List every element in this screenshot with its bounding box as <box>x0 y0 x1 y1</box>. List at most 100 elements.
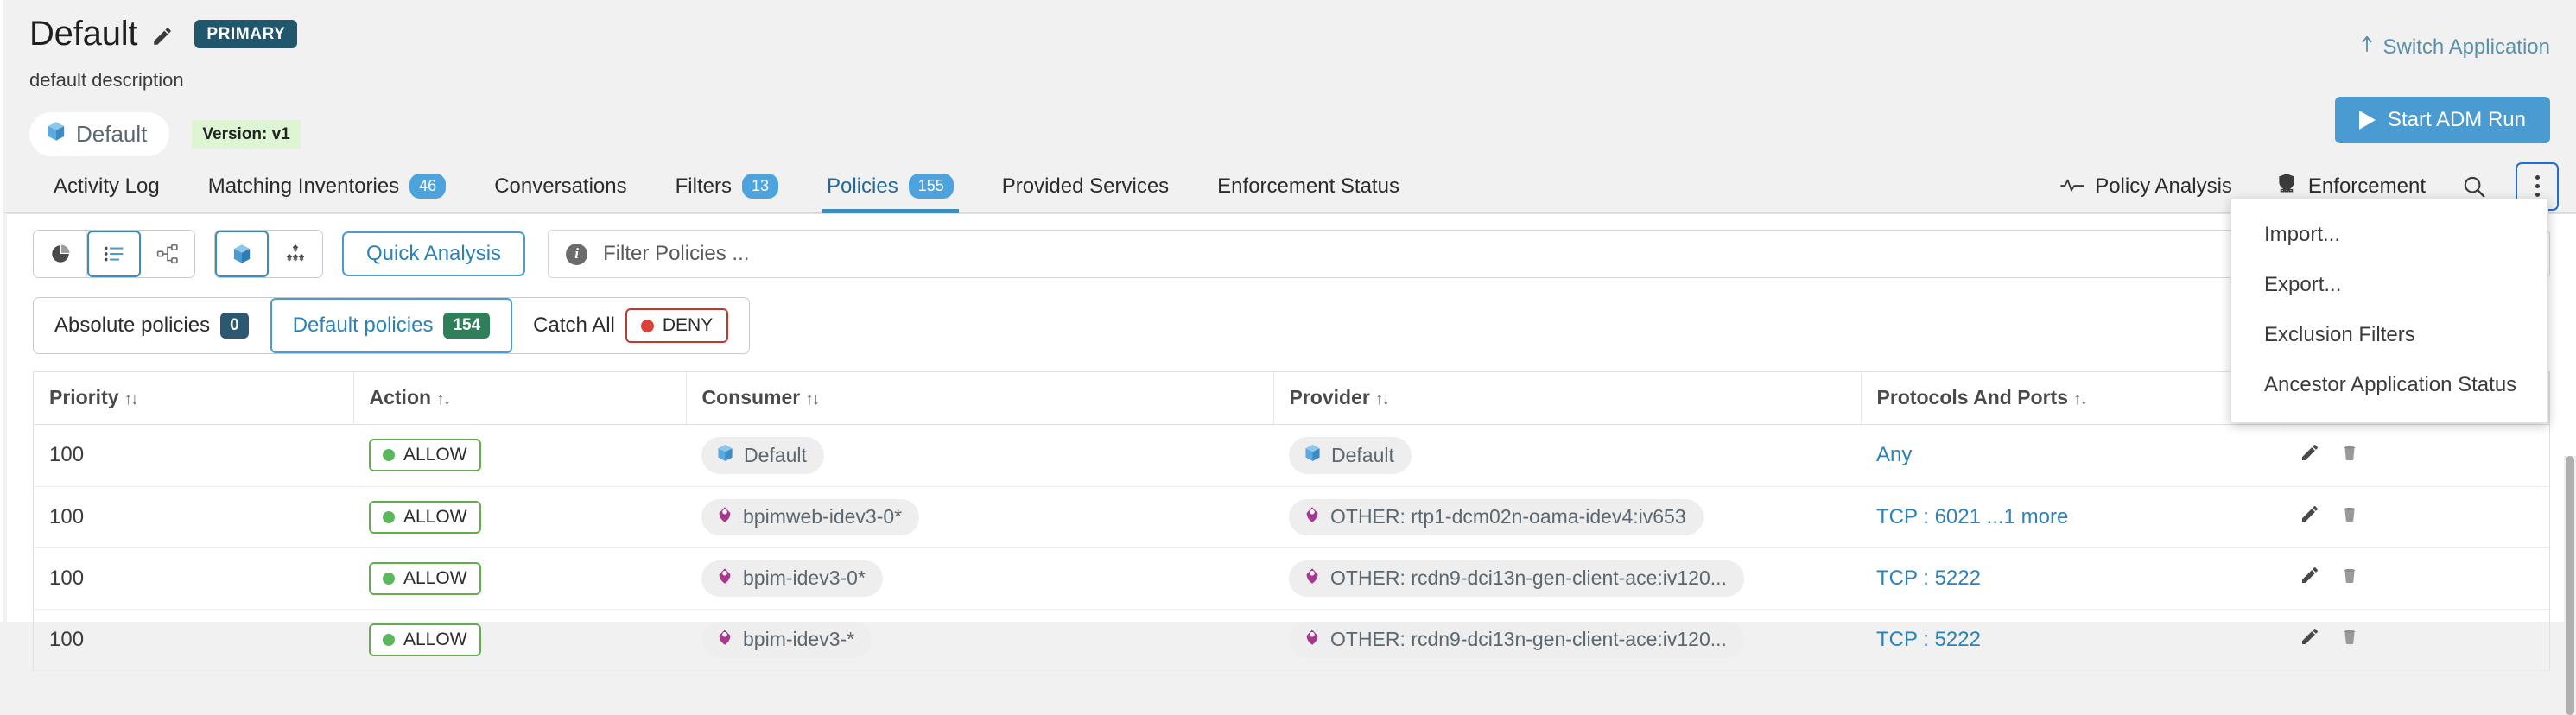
cell-row-actions <box>2284 547 2549 610</box>
tab-filters[interactable]: Filters 13 <box>651 160 803 212</box>
cell-provider: OTHER: rtp1-dcm02n-oama-idev4:iv653 <box>1273 486 1861 548</box>
column-header-priority[interactable]: Priority ↑↓ <box>34 372 354 425</box>
cell-provider: OTHER: rcdn9-dci13n-gen-client-ace:iv120… <box>1273 609 1861 671</box>
grouping-button-group <box>214 230 323 278</box>
page-header: Default PRIMARY default description Defa… <box>3 0 2576 160</box>
tab-conversations[interactable]: Conversations <box>470 160 650 212</box>
arrow-up-icon <box>2357 35 2376 60</box>
edit-policy-icon[interactable] <box>2300 503 2320 530</box>
catch-all-deny-chip[interactable]: DENY <box>625 308 729 343</box>
edit-title-pencil-icon[interactable] <box>151 25 174 47</box>
status-dot-green-icon <box>383 449 395 461</box>
cell-action: ALLOW <box>353 547 686 610</box>
consumer-chip[interactable]: bpim-idev3-0* <box>701 560 883 597</box>
cell-action: ALLOW <box>353 424 686 487</box>
scope-chip[interactable]: Default <box>29 112 170 156</box>
start-adm-run-button[interactable]: Start ADM Run <box>2334 97 2550 143</box>
column-header-action[interactable]: Action ↑↓ <box>353 372 687 425</box>
pie-chart-view-button[interactable] <box>34 231 87 277</box>
tab-provided-services[interactable]: Provided Services <box>978 160 1193 212</box>
subtab-catch-all[interactable]: Catch All DENY <box>512 298 749 353</box>
delete-policy-icon[interactable] <box>2339 442 2360 469</box>
edit-policy-icon[interactable] <box>2300 565 2320 592</box>
filter-icon <box>1303 628 1322 652</box>
quick-analysis-button[interactable]: Quick Analysis <box>342 231 526 276</box>
menu-item-export[interactable]: Export... <box>2231 260 2547 310</box>
menu-item-exclusion-filters[interactable]: Exclusion Filters <box>2231 310 2547 360</box>
tab-matching-inventories[interactable]: Matching Inventories 46 <box>184 160 470 212</box>
group-by-cube-button[interactable] <box>215 231 269 277</box>
filter-icon <box>1303 566 1322 591</box>
group-by-cluster-button[interactable] <box>269 231 322 277</box>
table-row[interactable]: 100 ALLOW bpim <box>34 486 2549 548</box>
tab-label: Filters <box>675 174 732 198</box>
row-action-buttons <box>2300 503 2534 530</box>
list-view-button[interactable] <box>87 231 141 277</box>
overflow-dropdown-menu: Import... Export... Exclusion Filters An… <box>2230 199 2548 423</box>
cell-priority: 100 <box>34 547 353 610</box>
cell-provider: Default <box>1273 424 1861 487</box>
policies-table: Priority ↑↓ Action ↑↓ Consumer ↑↓ Provider ↑… <box>33 371 2550 671</box>
delete-policy-icon[interactable] <box>2339 626 2360 653</box>
provider-chip[interactable]: OTHER: rtp1-dcm02n-oama-idev4:iv653 <box>1289 498 1704 535</box>
consumer-chip[interactable]: Default <box>701 436 824 474</box>
protocols-link[interactable]: TCP : 5222 <box>1876 566 1981 590</box>
scrollbar-thumb[interactable] <box>2566 456 2574 715</box>
consumer-chip[interactable]: bpimweb-idev3-0* <box>701 498 920 535</box>
start-adm-run-label: Start ADM Run <box>2387 108 2526 131</box>
protocols-link[interactable]: Any <box>1876 443 1912 466</box>
action-label: ALLOW <box>403 567 467 588</box>
consumer-label: bpim-idev3-0* <box>743 566 866 589</box>
policies-panel: Quick Analysis i Absolute policies 0 Def… <box>7 213 2576 715</box>
cube-icon <box>1303 443 1323 468</box>
column-label: Action <box>369 386 432 409</box>
delete-policy-icon[interactable] <box>2339 503 2360 530</box>
cell-protocols: TCP : 6021 ...1 more <box>1861 486 2284 548</box>
tab-enforcement-status[interactable]: Enforcement Status <box>1193 160 1424 212</box>
tab-label: Policies <box>827 174 898 198</box>
provider-chip[interactable]: Default <box>1289 436 1412 474</box>
table-row[interactable]: 100 ALLOW bpim <box>34 609 2549 671</box>
protocols-link[interactable]: TCP : 6021 ...1 more <box>1876 505 2068 528</box>
cell-priority: 100 <box>34 486 353 548</box>
column-header-protocols-and-ports[interactable]: Protocols And Ports ↑↓ <box>1861 372 2285 425</box>
protocols-link[interactable]: TCP : 5222 <box>1876 628 1981 651</box>
graph-view-button[interactable] <box>141 231 194 277</box>
filter-icon <box>715 566 734 591</box>
status-dot-green-icon <box>383 633 395 646</box>
tab-enforcement[interactable]: Enforcement <box>2256 172 2445 200</box>
menu-item-import[interactable]: Import... <box>2231 210 2547 260</box>
scope-chip-label: Default <box>76 121 148 147</box>
table-row[interactable]: 100 ALLOW bpim <box>34 547 2549 610</box>
cell-row-actions <box>2284 424 2549 487</box>
switch-application-link[interactable]: Switch Application <box>2357 35 2550 60</box>
provider-chip[interactable]: OTHER: rcdn9-dci13n-gen-client-ace:iv120… <box>1289 560 1744 597</box>
action-chip-allow[interactable]: ALLOW <box>369 500 481 534</box>
edit-policy-icon[interactable] <box>2300 442 2320 469</box>
column-header-consumer[interactable]: Consumer ↑↓ <box>686 372 1274 425</box>
vertical-scrollbar[interactable] <box>2564 456 2576 715</box>
cell-consumer: bpim-idev3-* <box>686 609 1273 671</box>
pulse-icon <box>2060 174 2085 199</box>
delete-policy-icon[interactable] <box>2339 565 2360 592</box>
tab-policy-analysis[interactable]: Policy Analysis <box>2041 174 2251 199</box>
action-chip-allow[interactable]: ALLOW <box>369 561 481 595</box>
menu-item-ancestor-application-status[interactable]: Ancestor Application Status <box>2231 360 2547 410</box>
action-chip-allow[interactable]: ALLOW <box>369 439 481 471</box>
subtab-default-policies[interactable]: Default policies 154 <box>270 298 513 353</box>
action-chip-allow[interactable]: ALLOW <box>369 623 481 656</box>
tab-label: Provided Services <box>1001 174 1170 198</box>
provider-chip[interactable]: OTHER: rcdn9-dci13n-gen-client-ace:iv120… <box>1289 621 1744 658</box>
status-dot-green-icon <box>383 572 395 585</box>
tab-activity-log[interactable]: Activity Log <box>29 160 184 212</box>
info-icon[interactable]: i <box>566 243 588 265</box>
edit-policy-icon[interactable] <box>2300 626 2320 653</box>
column-header-provider[interactable]: Provider ↑↓ <box>1273 372 1862 425</box>
tab-policies[interactable]: Policies 155 <box>803 160 978 213</box>
consumer-chip[interactable]: bpim-idev3-* <box>701 621 872 658</box>
subtab-absolute-policies[interactable]: Absolute policies 0 <box>34 298 270 353</box>
application-workspace: Default PRIMARY default description Defa… <box>0 0 2576 715</box>
row-action-buttons <box>2300 442 2534 469</box>
table-row[interactable]: 100 ALLOW Default Default Any <box>34 424 2549 487</box>
row-action-buttons <box>2300 626 2534 653</box>
